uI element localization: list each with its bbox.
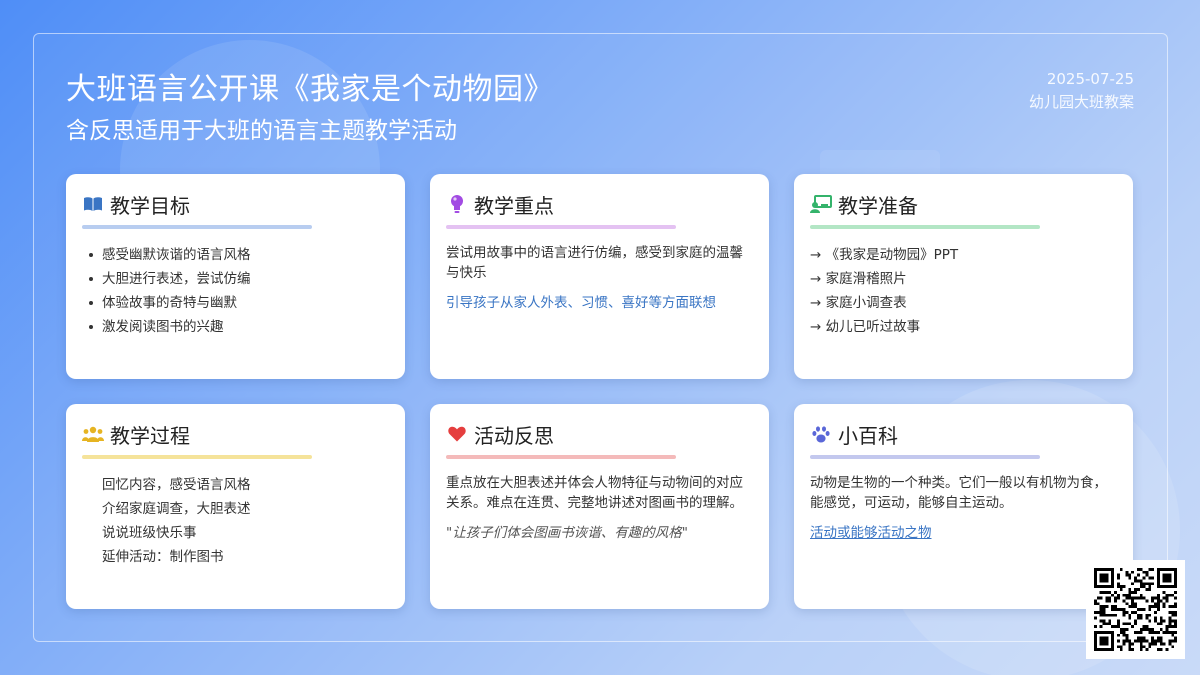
prep-list: → 《我家是动物园》PPT → 家庭滑稽照片 → 家庭小调查表 → 幼儿已听过故… [810,243,1117,339]
card-title: 教学准备 [838,193,918,218]
wiki-text: 动物是生物的一个种类。它们一般以有机物为食，能感觉，可运动，能够自主运动。 [810,475,1107,511]
card-encyclopedia: 小百科 动物是生物的一个种类。它们一般以有机物为食，能感觉，可运动，能够自主运动… [794,404,1133,609]
list-item: → 幼儿已听过故事 [810,319,921,335]
card-accent-bar [810,225,1040,229]
paw-icon [810,423,832,445]
card-teaching-focus: 教学重点 尝试用故事中的语言进行仿编，感受到家庭的温馨与快乐 引导孩子从家人外表… [430,174,769,379]
lightbulb-icon [446,193,468,215]
wiki-link[interactable]: 活动或能够活动之物 [810,521,932,541]
card-title: 活动反思 [474,423,554,448]
list-item: 说说班级快乐事 [102,525,197,541]
page-subtitle: 含反思适用于大班的语言主题教学活动 [66,118,457,144]
card-title: 教学过程 [110,423,190,448]
card-title: 教学重点 [474,193,554,218]
list-item: → 家庭小调查表 [810,295,907,311]
date-label: 2025-07-25 [1046,70,1134,88]
heart-icon [446,423,468,445]
focus-text: 尝试用故事中的语言进行仿编，感受到家庭的温馨与快乐 [446,245,743,281]
card-activity-reflection: 活动反思 重点放在大胆表述并体会人物特征与动物间的对应关系。难点在连贯、完整地讲… [430,404,769,609]
list-item: → 家庭滑稽照片 [810,271,907,287]
list-item: 感受幽默诙谐的语言风格 [82,243,389,267]
card-accent-bar [446,455,676,459]
card-teaching-goals: 教学目标 感受幽默诙谐的语言风格 大胆进行表述，尝试仿编 体验故事的奇特与幽默 … [66,174,405,379]
qr-code-icon [1086,560,1185,659]
people-icon [82,423,104,445]
list-item: 激发阅读图书的兴趣 [82,315,389,339]
list-item: 大胆进行表述，尝试仿编 [82,267,389,291]
header-meta: 2025-07-25 幼儿园大班教案 [1029,68,1134,114]
card-teaching-prep: 教学准备 → 《我家是动物园》PPT → 家庭滑稽照片 → 家庭小调查表 → 幼… [794,174,1133,379]
list-item: → 《我家是动物园》PPT [810,247,959,263]
list-item: 回忆内容，感受语言风格 [102,477,251,493]
card-accent-bar [446,225,676,229]
list-item: 延伸活动：制作图书 [102,549,224,565]
book-icon [82,193,104,215]
card-accent-bar [810,455,1040,459]
reflection-text: 重点放在大胆表述并体会人物特征与动物间的对应关系。难点在连贯、完整地讲述对图画书… [446,475,743,511]
list-item: 体验故事的奇特与幽默 [82,291,389,315]
reflection-quote: "让孩子们体会图画书诙谐、有趣的风格" [446,525,688,541]
goals-list: 感受幽默诙谐的语言风格 大胆进行表述，尝试仿编 体验故事的奇特与幽默 激发阅读图… [82,243,389,339]
page-title: 大班语言公开课《我家是个动物园》 [66,72,554,107]
list-item: 介绍家庭调查，大胆表述 [102,501,251,517]
card-accent-bar [82,455,312,459]
focus-highlight: 引导孩子从家人外表、习惯、喜好等方面联想 [446,295,716,311]
card-teaching-process: 教学过程 回忆内容，感受语言风格 介绍家庭调查，大胆表述 说说班级快乐事 延伸活… [66,404,405,609]
process-list: 回忆内容，感受语言风格 介绍家庭调查，大胆表述 说说班级快乐事 延伸活动：制作图… [82,473,389,569]
card-accent-bar [82,225,312,229]
presentation-icon [810,193,832,215]
card-title: 小百科 [838,423,898,448]
card-title: 教学目标 [110,193,190,218]
category-label: 幼儿园大班教案 [1028,93,1134,111]
